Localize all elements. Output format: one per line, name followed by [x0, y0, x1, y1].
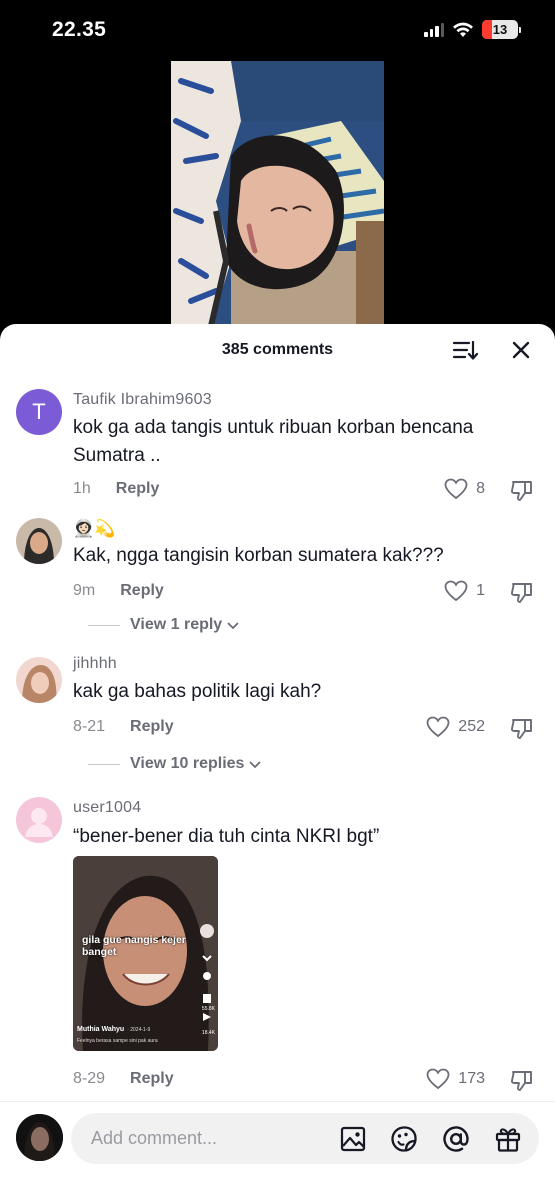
comment-time: 8-21	[73, 718, 106, 735]
comment-username[interactable]: jihhhh	[73, 655, 117, 673]
comment-meta: 9m Reply	[73, 582, 164, 600]
avatar[interactable]	[16, 657, 62, 703]
video-thumbnail[interactable]	[171, 61, 384, 326]
heart-icon	[444, 478, 468, 500]
comment-username[interactable]: Taufik Ibrahim9603	[73, 391, 212, 409]
comment-item: jihhhh kak ga bahas politik lagi kah? 8-…	[0, 654, 555, 784]
view-replies-button[interactable]: View 1 reply	[88, 616, 240, 634]
like-button[interactable]: 8	[444, 478, 485, 500]
status-time: 22.35	[52, 18, 107, 41]
reply-button[interactable]: Reply	[130, 1070, 174, 1088]
heart-icon	[444, 580, 468, 602]
dislike-icon[interactable]	[509, 1068, 535, 1094]
image-icon	[340, 1126, 366, 1152]
status-icons: 13	[424, 20, 521, 39]
mention-button[interactable]	[442, 1125, 470, 1153]
avatar-initial: T	[32, 399, 46, 424]
comment-item: 👩🏻‍🚀💫 Kak, ngga tangisin korban sumatera…	[0, 514, 555, 644]
status-bar: 22.35 13	[0, 0, 555, 60]
view-replies-label: View 1 reply	[130, 616, 223, 633]
comment-text: kak ga bahas politik lagi kah?	[73, 681, 322, 702]
emoji-sticker-icon	[391, 1126, 417, 1152]
comment-time: 9m	[73, 582, 96, 599]
at-mention-icon	[443, 1126, 469, 1152]
comment-username[interactable]: user1004	[73, 799, 141, 817]
attachment-author-row: Muthia Wahyu · 2024-1-9	[77, 1026, 150, 1033]
gift-icon	[495, 1128, 521, 1152]
dislike-icon[interactable]	[509, 580, 535, 606]
like-count: 8	[476, 480, 485, 497]
my-avatar	[16, 1114, 63, 1161]
dislike-icon[interactable]	[509, 478, 535, 504]
comment-item: T Taufik Ibrahim9603 kok ga ada tangis u…	[0, 386, 555, 514]
comment-username[interactable]: 👩🏻‍🚀💫	[73, 519, 116, 539]
reply-button[interactable]: Reply	[130, 718, 174, 736]
divider	[88, 763, 120, 765]
view-replies-label: View 10 replies	[130, 755, 245, 772]
chevron-down-icon	[227, 622, 239, 630]
reply-button[interactable]: Reply	[116, 480, 160, 498]
attachment-caption: gila gue nangis kejer banget	[82, 934, 186, 958]
gift-button[interactable]	[494, 1125, 522, 1153]
close-button[interactable]	[507, 336, 535, 364]
reply-button[interactable]: Reply	[120, 582, 164, 600]
like-count: 173	[458, 1070, 485, 1087]
emoji-button[interactable]	[390, 1125, 418, 1153]
image-button[interactable]	[339, 1125, 367, 1153]
divider	[88, 624, 120, 626]
attachment-stat-1: 55.8K	[201, 1006, 215, 1012]
comment-input-wrapper	[71, 1113, 539, 1164]
battery-icon: 13	[482, 20, 518, 39]
attachment-desc: Feelnya berasa sampe sini pak aura	[77, 1038, 158, 1044]
view-replies-button[interactable]: View 10 replies	[88, 755, 262, 773]
like-button[interactable]: 252	[426, 716, 485, 738]
default-avatar-icon	[25, 808, 53, 837]
sort-icon	[452, 340, 478, 360]
chevron-down-icon	[249, 761, 262, 769]
heart-icon	[426, 1068, 450, 1090]
avatar-photo	[16, 518, 62, 564]
battery-level: 13	[492, 22, 508, 37]
comments-sheet: 385 comments T Taufik Ibrahim9603 kok ga…	[0, 324, 555, 1200]
attachment-date: · 2024-1-9	[127, 1027, 151, 1033]
comment-input[interactable]	[91, 1113, 331, 1164]
comment-time: 8-29	[73, 1070, 106, 1087]
wifi-icon	[453, 22, 473, 37]
comment-meta: 8-29 Reply	[73, 1070, 174, 1088]
like-button[interactable]: 1	[444, 580, 485, 602]
comment-attachment-video[interactable]: gila gue nangis kejer banget 55.8K 18.4K…	[73, 856, 218, 1051]
close-icon	[512, 341, 530, 359]
video-frame-image	[171, 61, 384, 326]
comment-text: “bener-bener dia tuh cinta NKRI bgt”	[73, 826, 380, 847]
comment-input-bar	[0, 1101, 555, 1200]
attachment-author: Muthia Wahyu	[77, 1026, 125, 1033]
sort-button[interactable]	[451, 336, 479, 364]
comment-meta: 1h Reply	[73, 480, 159, 498]
comment-text: Kak, ngga tangisin korban sumatera kak??…	[73, 545, 444, 566]
dislike-icon[interactable]	[509, 716, 535, 742]
sheet-header: 385 comments	[0, 324, 555, 376]
avatar[interactable]	[16, 797, 62, 843]
heart-icon	[426, 716, 450, 738]
like-count: 1	[476, 582, 485, 599]
attachment-stat-2: 18.4K	[201, 1030, 215, 1036]
avatar[interactable]: T	[16, 389, 62, 435]
avatar-photo	[16, 1114, 63, 1161]
comment-item: user1004 “bener-bener dia tuh cinta NKRI…	[0, 794, 555, 1094]
comment-text: kok ga ada tangis untuk ribuan korban be…	[73, 417, 474, 466]
like-button[interactable]: 173	[426, 1068, 485, 1090]
like-count: 252	[458, 718, 485, 735]
avatar[interactable]	[16, 518, 62, 564]
cellular-signal-icon	[424, 22, 444, 37]
avatar-photo	[16, 657, 62, 703]
comment-time: 1h	[73, 480, 91, 497]
comment-meta: 8-21 Reply	[73, 718, 174, 736]
